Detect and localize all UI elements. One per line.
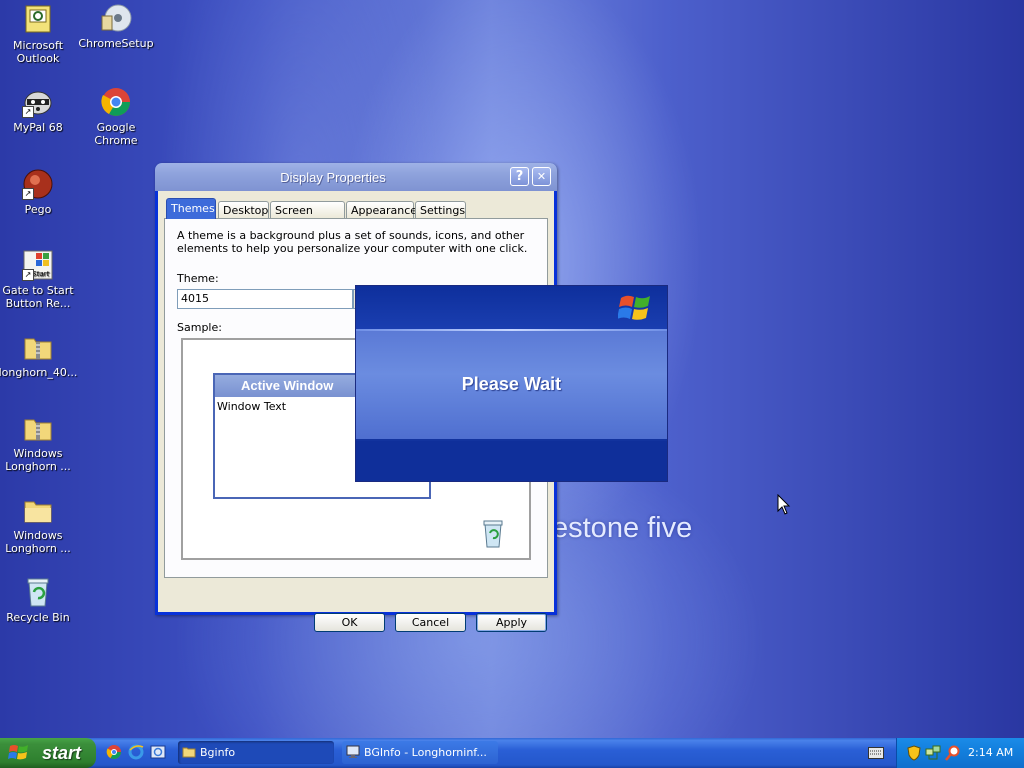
windows-logo-icon <box>618 295 650 320</box>
desktop-icon-google-chrome[interactable]: Google Chrome <box>76 86 156 147</box>
wait-message: Please Wait <box>461 374 562 394</box>
wait-banner-top <box>356 286 667 329</box>
desktop-icon-label: Microsoft Outlook <box>12 39 64 65</box>
svg-text:Start: Start <box>32 270 49 278</box>
recycle-bin-icon <box>22 576 54 608</box>
shortcut-arrow-icon: ↗ <box>22 106 34 118</box>
internet-explorer-quicklaunch-icon[interactable] <box>128 744 144 760</box>
desktop-icon-label: Recycle Bin <box>6 611 70 624</box>
desktop-icon-chromesetup[interactable]: ChromeSetup <box>76 2 156 50</box>
taskbar: start Bginfo BGInfo - Longhorninf... 2:1… <box>0 738 1024 768</box>
window-title: Display Properties <box>280 170 386 185</box>
tab-settings[interactable]: Settings <box>415 201 466 218</box>
installer-disc-icon <box>100 2 132 34</box>
theme-description: A theme is a background plus a set of so… <box>177 229 528 255</box>
desktop-icon-outlook[interactable]: Microsoft Outlook <box>0 4 78 65</box>
search-icon[interactable] <box>945 745 961 761</box>
desktop-icon-pego[interactable]: ↗ Pego <box>0 168 78 216</box>
chrome-icon <box>100 86 132 118</box>
desktop-icon-windows-longhorn-zip[interactable]: Windows Longhorn ... <box>0 412 78 473</box>
desktop-icon-label: MyPal 68 <box>13 121 63 134</box>
desktop-icon-label: Windows Longhorn ... <box>5 529 71 555</box>
desktop-wallpaper-text: estone five <box>552 512 693 544</box>
system-clock[interactable]: 2:14 AM <box>968 746 1013 759</box>
tab-appearance[interactable]: Appearance <box>346 201 417 218</box>
taskbar-item-bginfo[interactable]: Bginfo <box>178 741 334 764</box>
keyboard-icon[interactable] <box>868 747 884 759</box>
desktop-icon-label: Gate to Start Button Re... <box>2 284 74 310</box>
start-label: start <box>42 743 82 763</box>
monitor-icon <box>346 745 360 758</box>
taskbar-item-bginfo-longhorn[interactable]: BGInfo - Longhorninf... <box>342 741 498 764</box>
theme-label: Theme: <box>177 272 219 285</box>
raccoon-icon: ↗ <box>22 86 54 118</box>
start-button-app-icon: Start ↗ <box>22 249 54 281</box>
tab-desktop[interactable]: Desktop <box>218 201 269 218</box>
theme-select[interactable]: 4015 <box>177 289 353 309</box>
desktop-icon-mypal[interactable]: ↗ MyPal 68 <box>0 86 78 134</box>
windows-flag-icon <box>8 745 28 760</box>
zip-folder-icon <box>22 331 54 363</box>
network-icon[interactable] <box>925 745 941 761</box>
folder-icon <box>182 747 196 758</box>
window-titlebar[interactable]: Display Properties ? ✕ <box>155 163 557 191</box>
taskbar-item-label: Bginfo <box>200 746 236 759</box>
please-wait-dialog: Please Wait <box>355 285 668 482</box>
desktop-icon-longhorn-zip[interactable]: longhorn_40... <box>0 331 78 379</box>
desktop-icon-recycle-bin[interactable]: Recycle Bin <box>0 576 78 624</box>
desktop-icon-label: longhorn_40... <box>0 366 78 379</box>
security-shield-icon[interactable] <box>907 745 921 761</box>
desktop-icon-windows-longhorn-folder[interactable]: Windows Longhorn ... <box>0 494 78 555</box>
pego-icon: ↗ <box>22 168 54 200</box>
desktop-icon-label: ChromeSetup <box>78 37 154 50</box>
apply-button[interactable]: Apply <box>476 613 547 632</box>
show-desktop-quicklaunch-icon[interactable] <box>150 744 166 760</box>
cancel-button[interactable]: Cancel <box>395 613 466 632</box>
sample-label: Sample: <box>177 321 222 334</box>
outlook-icon <box>22 4 54 36</box>
shortcut-arrow-icon: ↗ <box>22 269 34 281</box>
wait-banner-bottom <box>356 441 667 481</box>
folder-icon <box>22 494 54 526</box>
start-button[interactable]: start <box>0 738 96 768</box>
desktop-icon-gate-to-start[interactable]: Start ↗ Gate to Start Button Re... <box>0 249 78 310</box>
recycle-bin-icon <box>480 518 506 548</box>
tab-screen-saver[interactable]: Screen Saver <box>270 201 345 234</box>
desktop-icon-label: Pego <box>24 203 52 216</box>
shortcut-arrow-icon: ↗ <box>22 188 34 200</box>
taskbar-item-label: BGInfo - Longhorninf... <box>364 746 487 759</box>
chrome-quicklaunch-icon[interactable] <box>106 744 122 760</box>
mouse-cursor-icon <box>777 494 791 515</box>
tab-themes[interactable]: Themes <box>166 198 216 219</box>
zip-folder-icon <box>22 412 54 444</box>
close-button[interactable]: ✕ <box>532 167 551 186</box>
desktop-icon-label: Google Chrome <box>94 121 138 147</box>
desktop-icon-label: Windows Longhorn ... <box>5 447 71 473</box>
ok-button[interactable]: OK <box>314 613 385 632</box>
help-button[interactable]: ? <box>510 167 529 186</box>
